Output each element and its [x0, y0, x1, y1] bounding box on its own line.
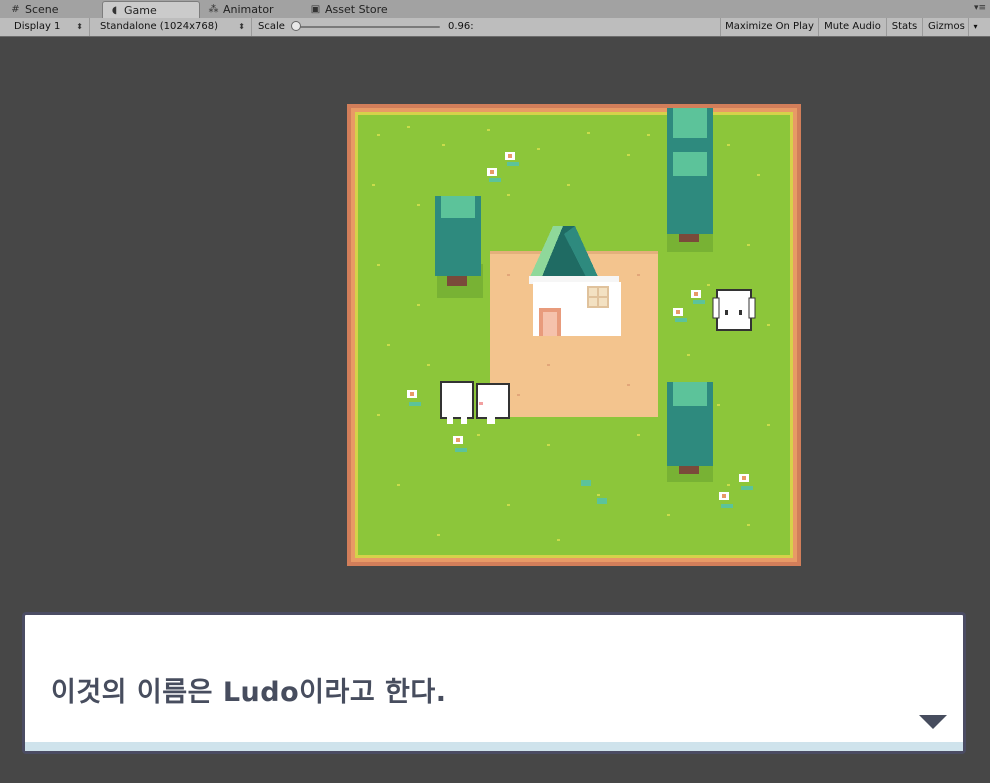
scale-slider-track[interactable]: [296, 26, 440, 28]
gizmos-dropdown-icon[interactable]: ▾: [968, 18, 982, 36]
tree-right-top: [667, 108, 713, 252]
resolution-dropdown[interactable]: Standalone (1024x768) ⬍: [90, 18, 252, 36]
editor-tab-bar: # Scene ◖ Game ⁂ Animator ▣ Asset Store …: [0, 0, 990, 19]
dialog-text: 이것의 이름은 Ludo이라고 한다.: [51, 677, 447, 708]
gizmos-label: Gizmos: [928, 21, 965, 32]
tab-label: Animator: [223, 3, 274, 16]
next-arrow-icon[interactable]: [919, 715, 947, 729]
tab-label: Asset Store: [325, 3, 388, 16]
store-icon: ▣: [310, 4, 321, 15]
scale-slider-knob[interactable]: [291, 21, 301, 31]
dialog-bottom-band: [25, 742, 963, 751]
tab-game[interactable]: ◖ Game: [102, 1, 200, 18]
display-label: Display 1: [14, 21, 61, 32]
resolution-label: Standalone (1024x768): [100, 21, 219, 32]
stats-button[interactable]: Stats: [886, 18, 922, 36]
dropdown-arrow-icon: ⬍: [238, 22, 245, 31]
grid-icon: #: [11, 4, 20, 15]
scale-label: Scale: [258, 21, 285, 32]
game-scene: [347, 104, 801, 566]
dialog-box[interactable]: 이것의 이름은 Ludo이라고 한다.: [22, 612, 966, 754]
ludo-character: [712, 289, 756, 331]
window-menu-icon[interactable]: ▾≡: [974, 3, 986, 13]
tab-label: Scene: [25, 3, 59, 16]
pacman-icon: ◖: [111, 4, 118, 16]
tab-scene[interactable]: # Scene: [4, 1, 96, 18]
tab-asset-store[interactable]: ▣ Asset Store: [304, 1, 414, 18]
display-dropdown[interactable]: Display 1 ⬍: [4, 18, 90, 36]
mute-audio-button[interactable]: Mute Audio: [818, 18, 886, 36]
tab-animator[interactable]: ⁂ Animator: [202, 1, 302, 18]
dropdown-arrow-icon: ⬍: [76, 22, 83, 31]
tab-label: Game: [124, 3, 157, 17]
animator-icon: ⁂: [208, 4, 219, 15]
scale-value: 0.96:: [448, 21, 474, 32]
tree-right-bottom: [667, 382, 713, 482]
maximize-on-play-button[interactable]: Maximize On Play: [720, 18, 818, 36]
game-toolbar: Display 1 ⬍ Standalone (1024x768) ⬍ Scal…: [0, 18, 990, 37]
tree-left: [435, 196, 483, 298]
